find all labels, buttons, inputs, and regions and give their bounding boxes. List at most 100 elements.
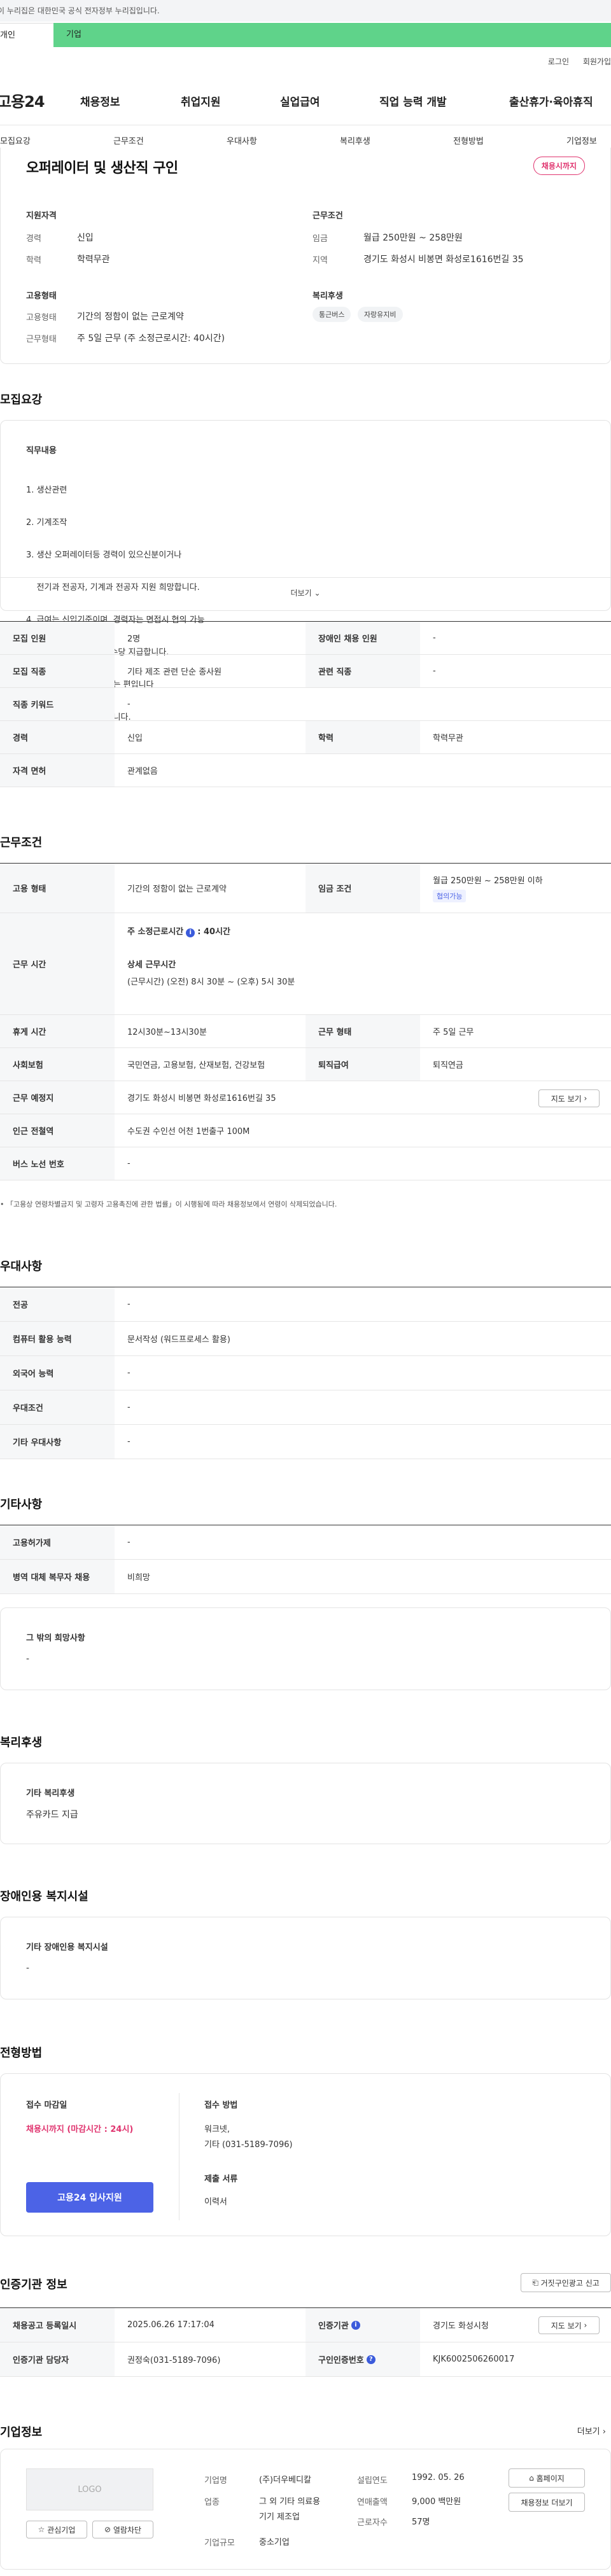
agency-map-button[interactable]: 지도 보기 › [538, 2316, 600, 2334]
fav-label: 관심기업 [47, 2525, 76, 2535]
gnb-menu-employment-support[interactable]: 취업지원 [181, 93, 221, 109]
login-link[interactable]: 로그인 [548, 57, 569, 66]
table-row: 병역 대체 복무자 채용 비희망 [0, 1560, 611, 1594]
row-label: 외국어 능력 [0, 1356, 115, 1390]
company-card: LOGO ☆ 관심기업 ⊘ 열람차단 기업명 (주)더우베디칼 업종 그 외 기… [0, 2449, 611, 2570]
row-value: 문서작성 (워드프로세스 활용) [127, 1335, 230, 1345]
table-row: 모집 직종 기타 제조 관련 단순 종사원 관련 직종 - [0, 655, 611, 688]
hours-detail-title: 상세 근무시간 [127, 960, 176, 970]
table-row: 자격 면허 관계없음 [0, 754, 611, 787]
snb-preference[interactable]: 우대사항 [227, 134, 257, 146]
duty-title: 직무내용 [26, 446, 57, 456]
row-label: 학력 [306, 721, 420, 753]
gnb-menu-leave[interactable]: 출산휴가·육아휴직 [509, 93, 593, 109]
company-more-link[interactable]: 더보기 › [577, 2425, 606, 2437]
row-label: 고용 형태 [0, 864, 115, 913]
gov-banner-text: 이 누리집은 대한민국 공식 전자정부 누리집입니다. [0, 6, 160, 15]
snb-company[interactable]: 기업정보 [566, 134, 597, 146]
duty-card: 직무내용 1. 생산관련 2. 기계조작 3. 생산 오퍼레이터등 경력이 있으… [0, 420, 611, 722]
block-company-button[interactable]: ⊘ 열람차단 [92, 2521, 153, 2538]
row-label: 인증기관 i [306, 2308, 420, 2342]
disabled-card: 기타 장애인용 복지시설 - [0, 1917, 611, 1999]
company-name-value: (주)더우베디칼 [259, 2475, 311, 2485]
block-icon: ⊘ [104, 2525, 111, 2534]
row-value: - [433, 666, 436, 676]
row-label: 임금 조건 [306, 864, 420, 913]
site-logo[interactable]: 고용24 [0, 89, 45, 111]
tab-personal[interactable]: 개인 [0, 23, 53, 47]
hours-main-value: : 40시간 [197, 927, 230, 937]
sales-label: 연매출액 [357, 2498, 388, 2507]
welfare-chip: 통근버스 [313, 307, 351, 322]
row-label: 관련 직종 [306, 655, 420, 687]
row-label: 직종 키워드 [0, 688, 115, 720]
duty-item: 2. 기계조작 [26, 518, 67, 528]
industry-value-2: 기기 제조업 [259, 2512, 300, 2522]
table-row: 근무 시간 주 소정근로시간 i: 40시간 상세 근무시간 (근무시간) (오전… [0, 913, 611, 1015]
snb-selection[interactable]: 전형방법 [453, 134, 484, 146]
row-value: - [127, 1159, 130, 1168]
row-value: 퇴직연금 [433, 1061, 463, 1070]
row-label: 자격 면허 [0, 754, 115, 787]
info-icon[interactable]: i [351, 2320, 360, 2330]
company-more-label: 더보기 [577, 2427, 600, 2437]
table-row: 모집 인원 2명 장애인 채용 인원 - [0, 622, 611, 655]
tab-company[interactable]: 기업 [66, 23, 81, 47]
global-nav: 고용24 채용정보 취업지원 실업급여 직업 능력 개발 출산휴가·육아휴직 [0, 84, 611, 115]
fav-company-button[interactable]: ☆ 관심기업 [26, 2521, 87, 2538]
selection-section-title: 전형방법 [0, 2047, 43, 2060]
row-label: 버스 노선 번호 [0, 1147, 115, 1180]
row-value: 경기도 화성시청 [433, 2321, 489, 2331]
chevron-right-icon: › [584, 2321, 587, 2330]
deadline-title: 접수 마감일 [26, 2101, 67, 2110]
info-icon[interactable]: ? [366, 2355, 376, 2364]
founded-value: 1992. 05. 26 [412, 2473, 465, 2482]
apply-button[interactable]: 고용24 입사지원 [26, 2182, 153, 2213]
welfare-section-title: 복리후생 [0, 1736, 43, 1749]
gnb-menu-unemployment[interactable]: 실업급여 [280, 93, 320, 109]
duty-item: 3. 생산 오퍼레이터등 경력이 있으신분이거나 [26, 550, 182, 560]
table-row: 직종 키워드 - [0, 688, 611, 721]
snb-welfare[interactable]: 복리후생 [340, 134, 370, 146]
industry-value-1: 그 외 기타 의료용 [259, 2497, 321, 2507]
career-value: 신입 [77, 233, 94, 243]
table-row: 컴퓨터 활용 능력 문서작성 (워드프로세스 활용) [0, 1322, 611, 1356]
other-wish-value: - [26, 1654, 30, 1664]
more-button[interactable]: 더보기 ⌄ [1, 587, 610, 598]
row-value: 기타 제조 관련 단순 종사원 [127, 668, 222, 677]
company-section-title: 기업정보 [0, 2426, 43, 2439]
row-value: 신입 [127, 734, 143, 743]
row-value: - [127, 1368, 130, 1378]
cond-title: 근무조건 [313, 211, 343, 221]
row-value: KJK6002506260017 [433, 2355, 515, 2364]
report-button[interactable]: ⎗ 거짓구인광고 신고 [521, 2273, 611, 2292]
info-icon[interactable]: i [186, 928, 195, 937]
homepage-button[interactable]: ⌂ 홈페이지 [509, 2468, 585, 2488]
edu-value: 학력무관 [77, 255, 110, 265]
gnb-menu-jobs[interactable]: 채용정보 [80, 93, 120, 109]
map-button[interactable]: 지도 보기 › [538, 1089, 600, 1107]
qual-title: 지원자격 [26, 211, 57, 221]
company-jobs-button[interactable]: 채용정보 더보기 [509, 2493, 585, 2512]
snb-conditions[interactable]: 근무조건 [113, 134, 144, 146]
id-label-text: 구인인증번호 [318, 2356, 364, 2365]
table-row: 기타 우대사항 - [0, 1425, 611, 1459]
chevron-right-icon: › [584, 1094, 587, 1103]
table-row: 고용 형태 기간의 정함이 없는 근로계약 임금 조건 월급 250만원 ~ 2… [0, 864, 611, 913]
join-link[interactable]: 회원가입 [583, 57, 611, 66]
summary-card: 오퍼레이터 및 생산직 구인 채용시까지 지원자격 경력 신입 학력 학력무관 … [0, 148, 611, 364]
row-label: 구인인증번호? [306, 2342, 420, 2376]
row-label: 휴게 시간 [0, 1015, 115, 1047]
row-value: 경기도 화성시 비봉면 화성로1616번길 35 [127, 1094, 276, 1103]
utility-links: 로그인 회원가입 [537, 56, 611, 67]
table-row: 근무 예정지 경기도 화성시 비봉면 화성로1616번길 35 지도 보기 › [0, 1081, 611, 1114]
table-row: 외국어 능력 - [0, 1356, 611, 1390]
welfare-chips: 통근버스 자랑유지비 [313, 307, 407, 322]
size-value: 중소기업 [259, 2538, 290, 2547]
row-label: 모집 인원 [0, 622, 115, 654]
size-label: 기업규모 [204, 2538, 235, 2548]
row-label: 고용허가제 [0, 1525, 115, 1559]
gnb-menu-training[interactable]: 직업 능력 개발 [379, 93, 447, 109]
row-value: 국민연금, 고용보험, 산재보험, 건강보험 [127, 1061, 265, 1070]
snb-recruit[interactable]: 모집요강 [0, 134, 31, 146]
